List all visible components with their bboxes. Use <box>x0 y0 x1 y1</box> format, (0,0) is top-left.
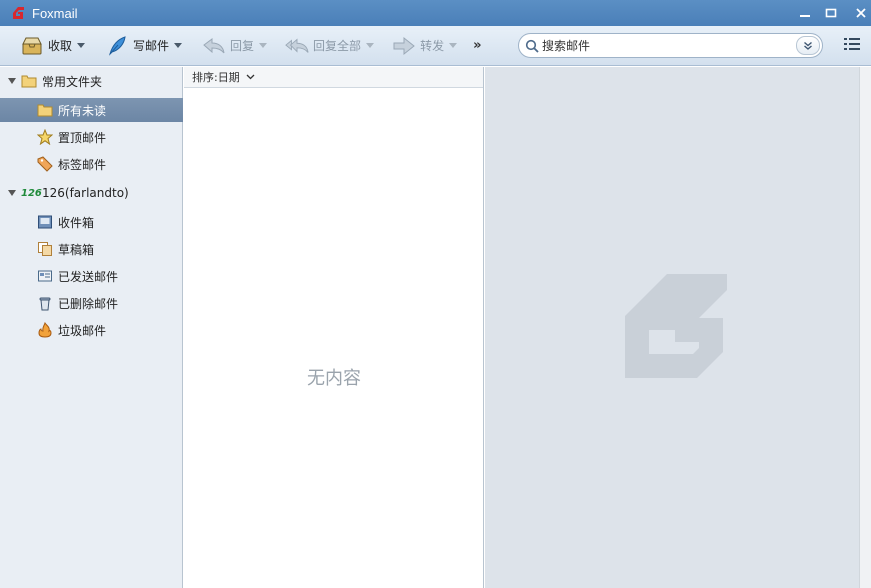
account-badge: 126 <box>21 187 42 199</box>
reply-all-label: 回复全部 <box>313 39 362 53</box>
folder-icon <box>37 102 53 118</box>
folder-label: 所有未读 <box>58 103 107 118</box>
list-menu-icon <box>844 38 860 50</box>
reply-all-button[interactable]: 回复全部 <box>281 31 378 61</box>
spam-icon <box>37 322 53 338</box>
title-bar: Foxmail <box>0 0 871 26</box>
forward-label: 转发 <box>420 39 445 53</box>
folder-drafts[interactable]: 草稿箱 <box>0 237 183 261</box>
forward-icon <box>392 35 416 57</box>
reading-pane-scrollbar[interactable] <box>859 67 871 588</box>
compose-button[interactable]: 写邮件 <box>101 31 186 61</box>
folder-starred[interactable]: 置顶邮件 <box>0 125 183 149</box>
star-icon <box>37 129 53 145</box>
folder-spam[interactable]: 垃圾邮件 <box>0 318 183 342</box>
more-tools-button[interactable]: » <box>473 38 481 53</box>
reading-pane <box>485 67 859 588</box>
receive-dropdown-icon[interactable] <box>77 43 86 48</box>
receive-label: 收取 <box>48 39 73 53</box>
sent-icon <box>37 268 53 284</box>
maximize-button[interactable] <box>820 0 842 26</box>
empty-list-text: 无内容 <box>307 368 361 389</box>
close-icon <box>856 8 866 18</box>
close-button[interactable] <box>850 0 871 26</box>
reply-all-icon <box>285 35 309 57</box>
account-126[interactable]: 126 126(farlandto) <box>0 181 183 205</box>
favorites-group[interactable]: 常用文件夹 <box>0 69 183 93</box>
trash-icon <box>37 295 53 311</box>
folder-inbox[interactable]: 收件箱 <box>0 210 183 234</box>
sort-button[interactable]: 排序:日期 <box>184 67 483 88</box>
receive-icon <box>20 35 44 57</box>
mail-list-pane: 排序:日期 无内容 <box>184 67 484 588</box>
folder-label: 已发送邮件 <box>58 269 119 284</box>
reply-label: 回复 <box>230 39 255 53</box>
main-toolbar: 收取 写邮件 回复 回复全部 转发 » <box>0 26 871 66</box>
reply-icon <box>202 35 226 57</box>
folder-trash[interactable]: 已删除邮件 <box>0 291 183 315</box>
account-label: 126(farlandto) <box>42 186 129 200</box>
forward-dropdown-icon[interactable] <box>449 43 458 48</box>
foxmail-watermark-icon <box>625 274 727 378</box>
folder-label: 标签邮件 <box>58 157 107 172</box>
sort-label: 排序:日期 <box>192 71 240 84</box>
reply-dropdown-icon[interactable] <box>259 43 268 48</box>
main-menu-button[interactable] <box>843 36 863 56</box>
tag-icon <box>37 156 53 172</box>
folder-all-unread[interactable]: 所有未读 <box>0 98 183 122</box>
foxmail-logo-icon <box>13 7 24 19</box>
drafts-icon <box>37 241 53 257</box>
favorites-label: 常用文件夹 <box>42 74 103 89</box>
minimize-icon <box>800 15 810 17</box>
forward-button[interactable]: 转发 <box>388 31 461 61</box>
compose-label: 写邮件 <box>133 39 170 53</box>
search-icon <box>522 39 542 53</box>
expand-triangle-icon[interactable] <box>8 190 16 196</box>
double-chevron-down-icon <box>804 41 812 50</box>
folder-label: 草稿箱 <box>58 242 95 257</box>
reply-button[interactable]: 回复 <box>198 31 271 61</box>
search-options-button[interactable] <box>796 36 820 55</box>
folder-label: 垃圾邮件 <box>58 323 107 338</box>
compose-dropdown-icon[interactable] <box>174 43 183 48</box>
chevron-down-icon <box>246 74 255 80</box>
folder-label: 已删除邮件 <box>58 296 119 311</box>
inbox-icon <box>37 214 53 230</box>
folder-tree: 常用文件夹 所有未读 置顶邮件 标签邮件 126 126(farlandto) … <box>0 67 183 588</box>
expand-triangle-icon[interactable] <box>8 78 16 84</box>
folder-icon <box>21 73 37 89</box>
minimize-button[interactable] <box>794 0 816 26</box>
folder-tagged[interactable]: 标签邮件 <box>0 152 183 176</box>
folder-sent[interactable]: 已发送邮件 <box>0 264 183 288</box>
maximize-icon <box>825 8 837 18</box>
search-input[interactable] <box>542 38 792 53</box>
folder-label: 收件箱 <box>58 215 95 230</box>
search-box[interactable] <box>518 33 823 58</box>
folder-label: 置顶邮件 <box>58 130 107 145</box>
receive-button[interactable]: 收取 <box>16 31 89 61</box>
feather-pen-icon <box>105 35 129 57</box>
reply-all-dropdown-icon[interactable] <box>366 43 375 48</box>
window-title: Foxmail <box>32 5 78 21</box>
